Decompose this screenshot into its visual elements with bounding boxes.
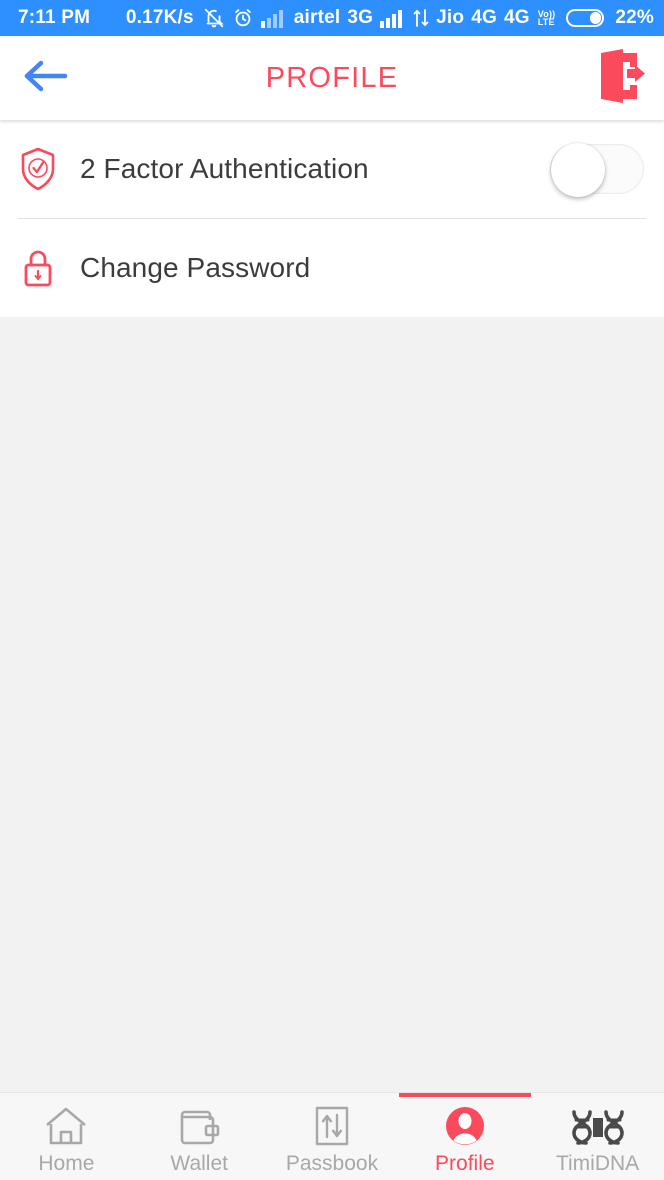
settings-card: 2 Factor Authentication Change Password bbox=[0, 120, 664, 317]
active-tab-indicator bbox=[398, 1093, 531, 1097]
nav-item-label: Passbook bbox=[285, 1152, 379, 1175]
nav-item-wallet[interactable]: Wallet bbox=[133, 1093, 266, 1180]
signal-bars-icon bbox=[380, 8, 406, 28]
nav-item-label: Profile bbox=[435, 1152, 495, 1175]
bottom-navigation-bar: Home Wallet Passbook Profile TimiDNA bbox=[0, 1092, 664, 1180]
nav-item-timidna[interactable]: TimiDNA bbox=[531, 1093, 664, 1180]
page-title: PROFILE bbox=[265, 61, 399, 94]
data-transfer-icon bbox=[413, 8, 429, 28]
network-2-label: 4G bbox=[471, 7, 497, 28]
home-icon bbox=[43, 1101, 89, 1147]
network-speed-text: 0.17K/s bbox=[125, 7, 194, 28]
back-button[interactable] bbox=[0, 56, 92, 101]
battery-icon bbox=[566, 9, 605, 27]
settings-row-two-factor-authentication[interactable]: 2 Factor Authentication bbox=[0, 120, 664, 218]
signal-bars-icon bbox=[260, 8, 287, 28]
network-1-label: 3G bbox=[347, 7, 374, 28]
battery-percent-label: 22% bbox=[615, 7, 654, 28]
nav-item-passbook[interactable]: Passbook bbox=[266, 1093, 399, 1180]
shield-check-icon bbox=[18, 146, 80, 192]
bell-mute-icon bbox=[203, 7, 225, 29]
volte-icon: Vo)) LTE bbox=[537, 10, 556, 27]
arrow-left-icon bbox=[19, 56, 73, 101]
toggle-knob bbox=[551, 143, 605, 197]
lock-icon bbox=[18, 245, 80, 291]
nav-item-label: Home bbox=[38, 1152, 95, 1175]
passbook-transfer-icon bbox=[309, 1101, 355, 1147]
status-bar-time: 7:11 PM bbox=[18, 7, 91, 28]
wallet-icon bbox=[176, 1101, 222, 1147]
carrier-1-label: airtel bbox=[293, 7, 341, 28]
app-header: PROFILE bbox=[0, 36, 664, 120]
status-bar: 7:11 PM 0.17K/s airtel 3G Jio 4G 4G Vo))… bbox=[0, 0, 664, 36]
two-factor-authentication-toggle[interactable] bbox=[550, 143, 644, 197]
logout-door-icon bbox=[597, 48, 645, 108]
network-3-label: 4G bbox=[503, 7, 530, 28]
app-screen: 7:11 PM 0.17K/s airtel 3G Jio 4G 4G Vo))… bbox=[0, 0, 664, 1180]
dna-helix-icon bbox=[568, 1101, 628, 1147]
nav-item-label: Wallet bbox=[170, 1152, 228, 1175]
settings-row-label: 2 Factor Authentication bbox=[80, 153, 369, 184]
settings-row-change-password[interactable]: Change Password bbox=[0, 219, 664, 317]
alarm-clock-icon bbox=[232, 7, 254, 29]
nav-item-label: TimiDNA bbox=[555, 1152, 640, 1175]
profile-person-icon bbox=[442, 1101, 488, 1147]
logout-button[interactable] bbox=[578, 48, 664, 108]
nav-item-profile[interactable]: Profile bbox=[398, 1093, 531, 1180]
nav-item-home[interactable]: Home bbox=[0, 1093, 133, 1180]
volte-bottom-label: LTE bbox=[537, 17, 555, 27]
settings-row-label: Change Password bbox=[80, 252, 311, 283]
page-body-empty-area bbox=[0, 317, 664, 1092]
carrier-2-label: Jio bbox=[436, 7, 465, 28]
